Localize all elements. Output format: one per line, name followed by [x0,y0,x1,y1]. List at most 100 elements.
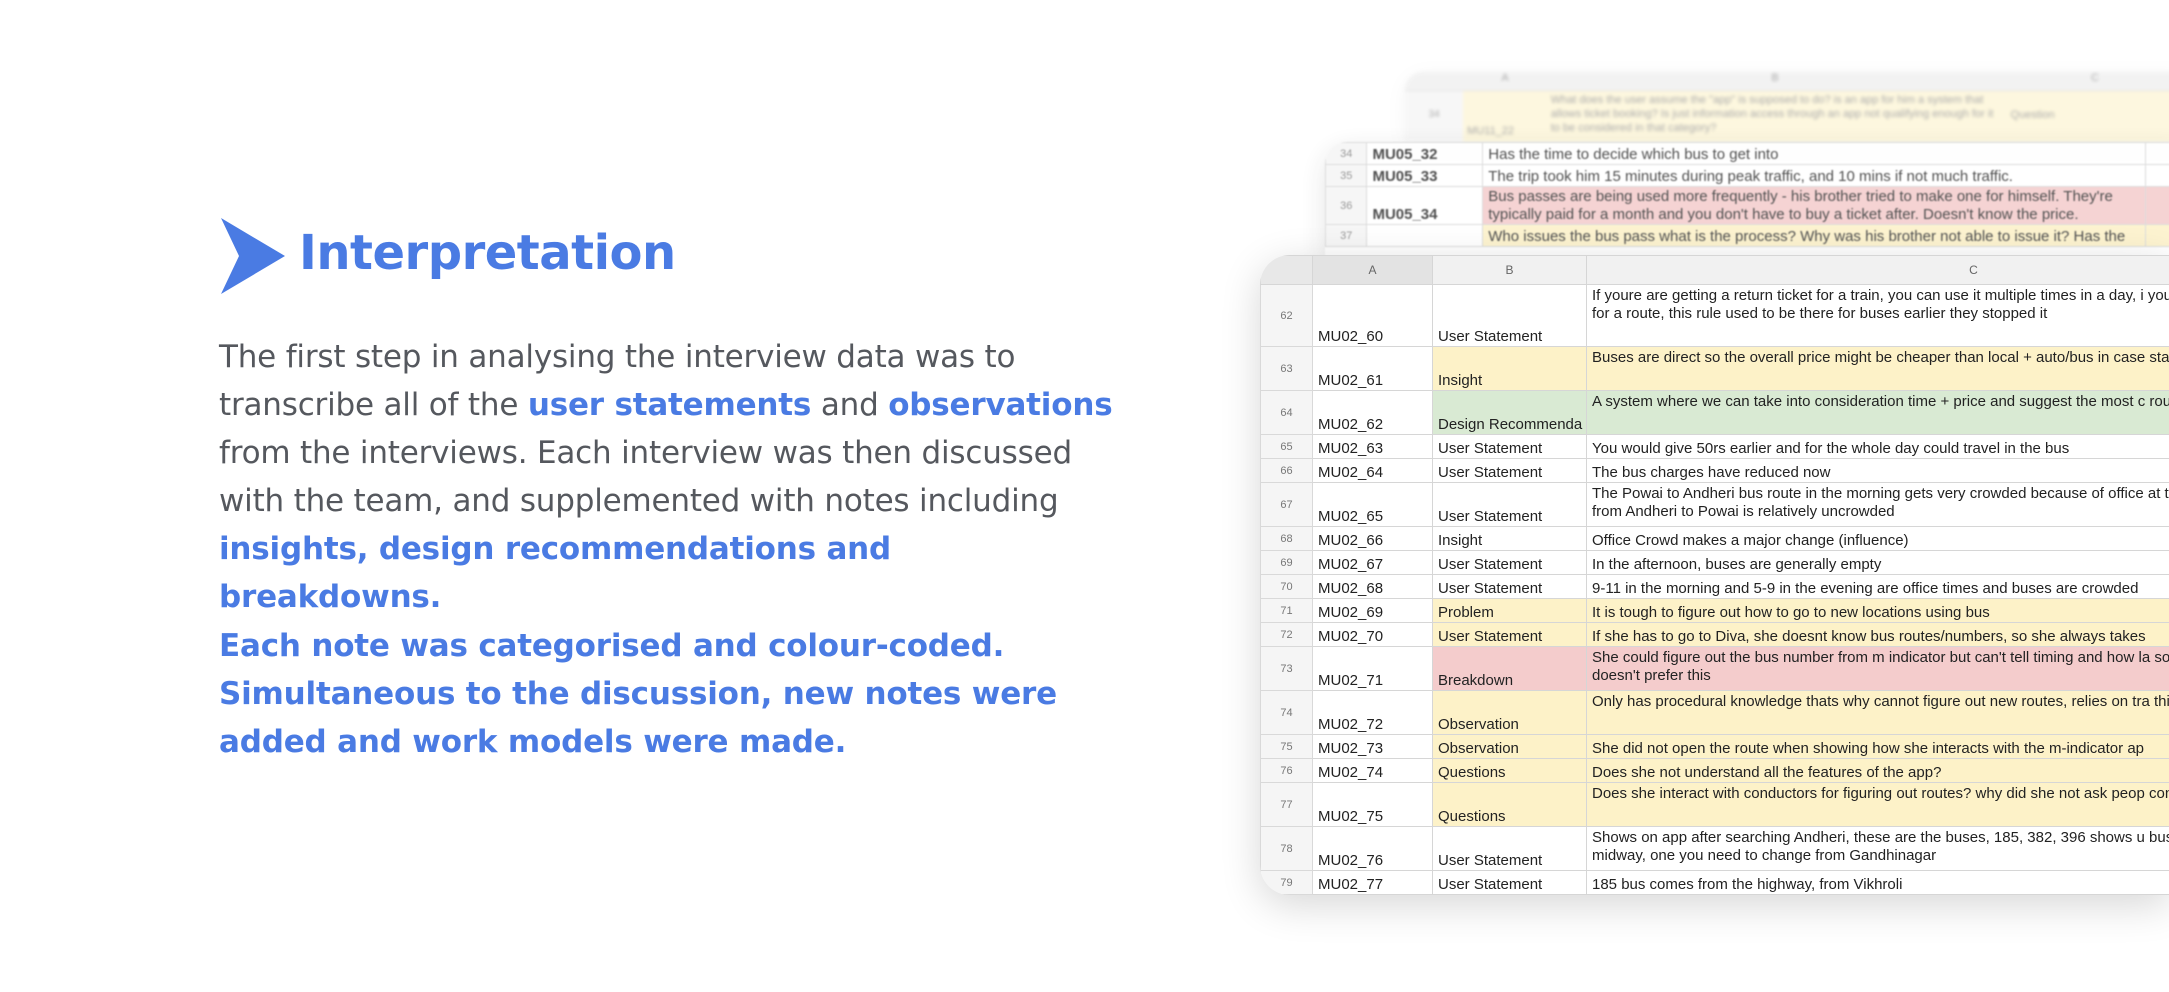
row-number[interactable]: 36 [1325,186,1368,225]
note-id-cell[interactable]: MU02_62 [1312,390,1433,435]
note-text-cell[interactable]: The trip took him 15 minutes during peak… [1482,164,2146,187]
row-number[interactable]: 35 [1325,164,1368,187]
row-number[interactable]: 62 [1260,284,1313,347]
row-number[interactable]: 67 [1260,482,1313,527]
row-number[interactable]: 34 [1325,142,1368,165]
note-text-cell[interactable]: Shows on app after searching Andheri, th… [1586,826,2169,871]
note-category-cell[interactable]: User Statement [1432,622,1587,647]
note-text-cell[interactable]: She did not open the route when showing … [1586,734,2169,759]
row-number[interactable]: 64 [1260,390,1313,435]
note-id: MU11_22 [1467,125,1515,137]
categorisation-paragraph: Each note was categorised and colour-cod… [219,628,1057,760]
row-number[interactable]: 73 [1260,646,1313,691]
note-text: What does the user assume the "app" is s… [1550,94,1994,134]
note-text-cell[interactable]: The Powai to Andheri bus route in the mo… [1586,482,2169,527]
note-text-cell[interactable]: 9-11 in the morning and 5-9 in the eveni… [1586,574,2169,599]
note-id-cell[interactable]: MU02_60 [1312,284,1433,347]
row-number[interactable]: 65 [1260,434,1313,459]
column-header-b[interactable]: B [1432,255,1587,285]
row-number[interactable]: 72 [1260,622,1313,647]
table-row: 76 MU02_74 Questions Does she not understan… [1260,758,2169,783]
note-category-cell[interactable]: User Statement [1432,482,1587,527]
row-number[interactable]: 79 [1260,870,1313,895]
table-row: 79 MU02_77 User Statement 185 bus comes fro… [1260,870,2169,895]
row-number[interactable]: 78 [1260,826,1313,871]
note-text-cell[interactable]: If she has to go to Diva, she doesnt kno… [1586,622,2169,647]
row-number[interactable]: 63 [1260,346,1313,391]
note-category-cell[interactable]: Observation [1432,690,1587,735]
note-text-cell[interactable]: You would give 50rs earlier and for the … [1586,434,2169,459]
note-category-cell[interactable]: User Statement [1432,458,1587,483]
note-id-cell[interactable]: MU02_71 [1312,646,1433,691]
row-number[interactable]: 37 [1325,224,1368,247]
note-text-cell[interactable]: If youre are getting a return ticket for… [1586,284,2169,347]
note-category-cell[interactable] [2144,224,2169,247]
note-category-cell[interactable]: Insight [1432,346,1587,391]
row-number[interactable]: 74 [1260,690,1313,735]
row-number[interactable]: 66 [1260,458,1313,483]
note-text-cell[interactable]: Office Crowd makes a major change (influ… [1586,526,2169,551]
table-row: 70 MU02_68 User Statement 9-11 in the morni… [1260,574,2169,599]
note-category-cell[interactable]: User Statement [1432,574,1587,599]
note-text-cell[interactable]: Bus passes are being used more frequentl… [1482,186,2146,225]
note-id-cell[interactable]: MU05_34 [1366,186,1484,225]
note-id-cell[interactable]: MU02_65 [1312,482,1433,527]
note-id-cell[interactable]: MU02_72 [1312,690,1433,735]
note-category-cell[interactable]: Breakdown [1432,646,1587,691]
note-category-cell[interactable]: Insight [1432,526,1587,551]
note-category-cell[interactable]: User Statement [1432,826,1587,871]
select-all-corner[interactable] [1260,255,1313,285]
note-text-cell[interactable]: 185 bus comes from the highway, from Vik… [1586,870,2169,895]
note-text-cell[interactable]: Only has procedural knowledge thats why … [1586,690,2169,735]
note-text-cell[interactable]: It is tough to figure out how to go to n… [1586,598,2169,623]
column-header-c[interactable]: C [1586,255,2169,285]
note-text-cell[interactable]: Has the time to decide which bus to get … [1482,142,2146,165]
note-text-cell[interactable]: She could figure out the bus number from… [1586,646,2169,691]
note-id-cell[interactable]: MU02_69 [1312,598,1433,623]
note-id-cell[interactable]: MU02_64 [1312,458,1433,483]
note-id-cell[interactable]: MU05_33 [1366,164,1484,187]
note-id-cell[interactable]: MU02_70 [1312,622,1433,647]
row-number[interactable]: 68 [1260,526,1313,551]
note-category-cell[interactable]: User Statement [1432,550,1587,575]
note-category-cell[interactable] [2144,142,2169,165]
row-number[interactable]: 77 [1260,782,1313,827]
note-category-cell[interactable] [2144,186,2169,225]
row-number[interactable]: 75 [1260,734,1313,759]
note-id-cell[interactable]: MU02_76 [1312,826,1433,871]
note-id-cell[interactable]: MU02_61 [1312,346,1433,391]
row-number[interactable]: 70 [1260,574,1313,599]
row-number[interactable]: 71 [1260,598,1313,623]
note-category-cell[interactable]: User Statement [1432,434,1587,459]
note-text-cell[interactable]: A system where we can take into consider… [1586,390,2169,435]
note-id-cell[interactable]: MU02_77 [1312,870,1433,895]
note-category-cell[interactable]: Questions [1432,758,1587,783]
note-id-cell[interactable]: MU02_74 [1312,758,1433,783]
note-category-cell[interactable]: Problem [1432,598,1587,623]
row-number[interactable]: 69 [1260,550,1313,575]
note-id-cell[interactable]: MU05_32 [1366,142,1484,165]
note-text-cell[interactable]: The bus charges have reduced now [1586,458,2169,483]
note-id-cell[interactable]: MU02_75 [1312,782,1433,827]
note-text-cell[interactable]: Buses are direct so the overall price mi… [1586,346,2169,391]
note-text-cell[interactable]: Does she interact with conductors for fi… [1586,782,2169,827]
note-category-cell[interactable] [2144,164,2169,187]
column-header-a[interactable]: A [1312,255,1433,285]
table-row: 34 MU05_32 Has the time to decide which bu… [1325,142,2169,165]
note-category-cell[interactable]: Questions [1432,782,1587,827]
note-category-cell[interactable]: User Statement [1432,284,1587,347]
note-text-cell[interactable]: Does she not understand all the features… [1586,758,2169,783]
note-id-cell[interactable]: MU02_68 [1312,574,1433,599]
note-id-cell[interactable] [1366,224,1484,247]
table-row: 66 MU02_64 User Statement The bus charges h… [1260,458,2169,483]
note-id-cell[interactable]: MU02_67 [1312,550,1433,575]
note-category-cell[interactable]: Observation [1432,734,1587,759]
note-id-cell[interactable]: MU02_73 [1312,734,1433,759]
note-category-cell[interactable]: Design Recommenda [1432,390,1587,435]
row-number[interactable]: 76 [1260,758,1313,783]
note-id-cell[interactable]: MU02_66 [1312,526,1433,551]
note-text-cell[interactable]: In the afternoon, buses are generally em… [1586,550,2169,575]
note-text-cell[interactable]: Who issues the bus pass what is the proc… [1482,224,2146,247]
note-id-cell[interactable]: MU02_63 [1312,434,1433,459]
note-category-cell[interactable]: User Statement [1432,870,1587,895]
